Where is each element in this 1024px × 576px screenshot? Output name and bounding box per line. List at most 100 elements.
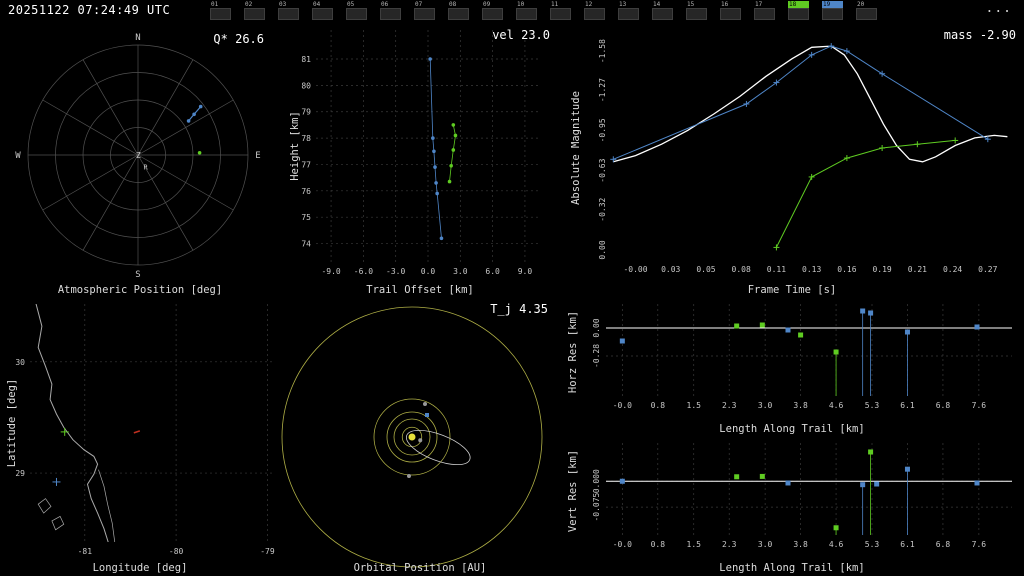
- frame-thumb-11[interactable]: 11: [550, 1, 571, 20]
- svg-text:-0.95: -0.95: [598, 118, 607, 142]
- svg-text:9.0: 9.0: [518, 267, 533, 276]
- begin-point: [60, 427, 69, 436]
- svg-text:-1.27: -1.27: [598, 78, 607, 102]
- frame-number: 14: [653, 1, 661, 8]
- svg-text:5.3: 5.3: [865, 401, 880, 410]
- svg-text:4.6: 4.6: [829, 401, 844, 410]
- svg-text:-0.0: -0.0: [613, 540, 632, 549]
- frame-image: [550, 8, 571, 20]
- frame-thumb-12[interactable]: 12: [584, 1, 605, 20]
- svg-text:0.0: 0.0: [421, 267, 436, 276]
- svg-text:0.8: 0.8: [651, 540, 666, 549]
- frame-image: [414, 8, 435, 20]
- svg-text:0.8: 0.8: [651, 401, 666, 410]
- frame-thumb-16[interactable]: 16: [720, 1, 741, 20]
- frame-image: [754, 8, 775, 20]
- planet-markers: [407, 402, 427, 478]
- frame-thumb-05[interactable]: 05: [346, 1, 367, 20]
- svg-text:29: 29: [15, 469, 25, 478]
- vert-res-y-title: Vert Res [km]: [567, 449, 579, 533]
- frame-image: [618, 8, 639, 20]
- overflow-menu[interactable]: ...: [986, 1, 1012, 16]
- frame-thumb-13[interactable]: 13: [618, 1, 639, 20]
- svg-text:0.03: 0.03: [661, 265, 680, 274]
- frame-thumb-10[interactable]: 10: [516, 1, 537, 20]
- frame-thumb-03[interactable]: 03: [278, 1, 299, 20]
- light-curve-y-title: Absolute Magnitude: [570, 91, 582, 205]
- frame-number: 12: [585, 1, 593, 8]
- panel-light-curve: -0.00 0.03 0.05 0.08 0.11 0.13 0.16 0.19 0.21 0.2…: [560, 22, 1024, 298]
- frame-image: [482, 8, 503, 20]
- vert-res-x-title: Length Along Trail [km]: [719, 562, 865, 574]
- svg-text:30: 30: [15, 358, 25, 367]
- frame-image: [652, 8, 673, 20]
- frame-thumb-20[interactable]: 20: [856, 1, 877, 20]
- svg-text:3.0: 3.0: [758, 540, 773, 549]
- svg-text:3.8: 3.8: [793, 401, 808, 410]
- svg-text:3.0: 3.0: [453, 267, 468, 276]
- svg-text:2.3: 2.3: [722, 540, 737, 549]
- mass-label: mass -2.90: [943, 28, 1016, 42]
- svg-text:W: W: [15, 151, 21, 161]
- svg-text:-3.0: -3.0: [386, 267, 405, 276]
- frame-image: [788, 8, 809, 20]
- trail-offset-chart: -9.0 -6.0 -3.0 0.0 3.0 6.0 9.0 74 75 76 77 78 79 80 81: [301, 30, 540, 276]
- panel-ground-map: -81 -80 -79 29 30 Longitude [deg] Latitude […: [0, 298, 280, 576]
- svg-text:3.8: 3.8: [793, 540, 808, 549]
- vert-residuals-chart: -0.0 0.8 1.5 2.3 3.0 3.8 4.6 5.3 6.1 6.8 7.6 0.000-…: [592, 443, 1012, 549]
- earth-marker: [425, 413, 429, 417]
- frame-thumb-09[interactable]: 09: [482, 1, 503, 20]
- svg-text:76: 76: [301, 187, 311, 196]
- station-2-trail: [447, 123, 458, 184]
- panel-trail-offset: -9.0 -6.0 -3.0 0.0 3.0 6.0 9.0 74 75 76 77 78 79 80 81…: [280, 22, 560, 298]
- station-2-track: [197, 151, 202, 155]
- frame-thumb-19[interactable]: 19: [822, 1, 843, 20]
- frame-thumb-06[interactable]: 06: [380, 1, 401, 20]
- frame-number: 08: [449, 1, 457, 8]
- frame-image: [516, 8, 537, 20]
- svg-text:1.5: 1.5: [687, 401, 702, 410]
- frame-number: 15: [687, 1, 695, 8]
- station-1-light-curve: [610, 43, 991, 163]
- frame-number: 11: [551, 1, 559, 8]
- svg-text:80: 80: [301, 81, 311, 90]
- frame-thumb-07[interactable]: 07: [414, 1, 435, 20]
- svg-text:77: 77: [301, 160, 311, 169]
- sun-marker: [408, 433, 416, 441]
- frame-thumb-01[interactable]: 01: [210, 1, 231, 20]
- horz-residuals-chart: -0.0 0.8 1.5 2.3 3.0 3.8 4.6 5.3 6.1 6.8 7.6 0.00 -0…: [592, 304, 1012, 410]
- frame-thumb-15[interactable]: 15: [686, 1, 707, 20]
- residual-points: [619, 449, 980, 535]
- svg-text:S: S: [135, 270, 140, 280]
- panel-atmospheric-position: N S E W ZR Q* 26.6 Atmospheric Position [deg…: [0, 22, 280, 298]
- svg-text:0.21: 0.21: [908, 265, 927, 274]
- frame-number: 09: [483, 1, 491, 8]
- svg-text:-0.0: -0.0: [613, 401, 632, 410]
- frame-image: [380, 8, 401, 20]
- frame-image: [278, 8, 299, 20]
- frame-thumb-02[interactable]: 02: [244, 1, 265, 20]
- station-2-light-curve: [773, 137, 959, 251]
- model-light-curve: [613, 45, 1008, 163]
- frame-number: 18: [788, 1, 809, 8]
- svg-text:-6.0: -6.0: [354, 267, 373, 276]
- frame-thumb-17[interactable]: 17: [754, 1, 775, 20]
- svg-text:74: 74: [301, 240, 311, 249]
- frame-thumb-18[interactable]: 18: [788, 1, 809, 20]
- frame-number: 02: [245, 1, 253, 8]
- frame-thumb-04[interactable]: 04: [312, 1, 333, 20]
- svg-text:79: 79: [301, 108, 311, 117]
- map-x-title: Longitude [deg]: [92, 562, 188, 574]
- orbit-x-title: Orbital Position [AU]: [353, 562, 487, 574]
- svg-text:2.3: 2.3: [722, 401, 737, 410]
- frame-number: 01: [211, 1, 219, 8]
- frame-thumb-14[interactable]: 14: [652, 1, 673, 20]
- frame-thumb-08[interactable]: 08: [448, 1, 469, 20]
- svg-text:-1.58: -1.58: [598, 39, 607, 63]
- svg-text:N: N: [135, 33, 140, 43]
- svg-text:-0.075: -0.075: [592, 492, 601, 521]
- svg-text:-81: -81: [78, 547, 93, 556]
- frame-strip: 01 02 03 04 05 06 07 08 09 10 11 12 13 14 15 16 17 18 19 20: [210, 1, 877, 20]
- svg-text:0.24: 0.24: [943, 265, 962, 274]
- svg-text:0.19: 0.19: [872, 265, 891, 274]
